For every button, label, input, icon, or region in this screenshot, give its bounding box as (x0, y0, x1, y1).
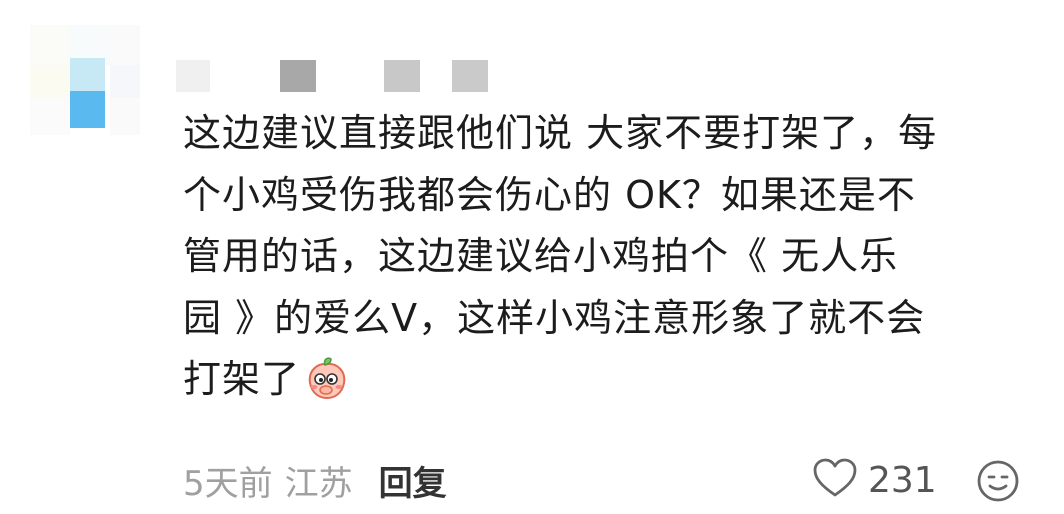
comment-line-last: 打架了 (183, 349, 1043, 411)
comment-line: 管用的话，这边建议给小鸡拍个《 无人乐 (183, 234, 899, 278)
like-count: 231 (868, 459, 937, 501)
heart-outline-icon (812, 457, 858, 503)
comment-line: 个小鸡受伤我都会伤心的 OK？如果还是不 (183, 172, 916, 217)
comment-time: 5天前 (183, 463, 273, 504)
avatar[interactable] (30, 25, 140, 135)
blushing-peach-emoji-icon (304, 356, 350, 419)
comment-line: 这边建议直接跟他们说 大家不要打架了，每 (183, 111, 938, 155)
comment-body: 这边建议直接跟他们说 大家不要打架了，每 个小鸡受伤我都会伤心的 OK？如果还是… (183, 103, 1043, 411)
comment-line-text: 打架了 (183, 357, 301, 401)
reply-button[interactable]: 回复 (379, 456, 447, 505)
comment-line: 园 》的爱么V，这样小鸡注意形象了就不会 (183, 295, 926, 340)
comment-meta: 5天前 江苏 回复 (183, 455, 447, 505)
like-button[interactable]: 231 (812, 455, 937, 505)
comment-location: 江苏 (284, 463, 353, 504)
smiley-face-icon[interactable] (975, 458, 1021, 504)
